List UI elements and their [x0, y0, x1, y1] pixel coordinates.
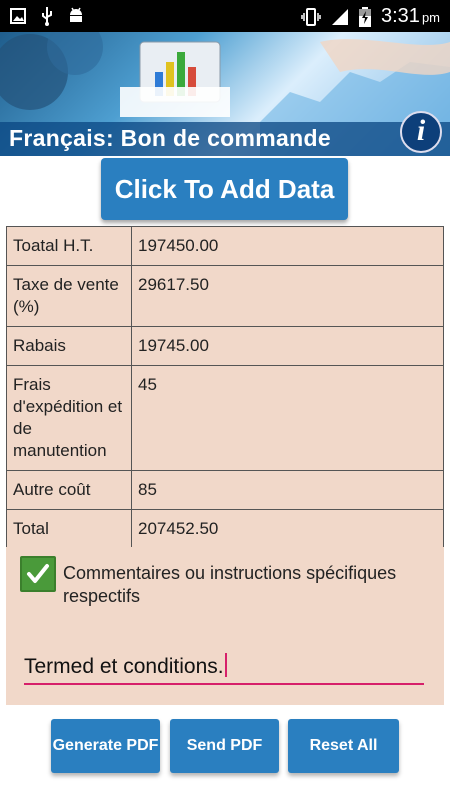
row-label: Rabais [6, 326, 132, 366]
add-data-button[interactable]: Click To Add Data [101, 158, 348, 220]
row-label: Taxe de vente (%) [6, 265, 132, 327]
text-cursor [224, 653, 227, 677]
status-ampm: pm [421, 10, 440, 25]
info-button[interactable]: i [400, 111, 442, 153]
row-label: Total [6, 509, 132, 549]
row-value: 207452.50 [131, 509, 444, 549]
signal-icon [332, 8, 348, 25]
send-pdf-button[interactable]: Send PDF [170, 719, 279, 773]
table-row: Frais d'expédition et de manutention 45 [6, 365, 444, 471]
row-label: Toatal H.T. [6, 226, 132, 266]
row-value: 19745.00 [131, 326, 444, 366]
row-value: 45 [131, 365, 444, 471]
info-icon: i [416, 114, 426, 147]
header-banner: Français: Bon de commande i [0, 32, 450, 156]
usb-icon [42, 7, 52, 26]
status-time: 3:31 [381, 5, 420, 27]
terms-input[interactable]: Termed et conditions. [24, 653, 424, 685]
row-label: Autre coût [6, 470, 132, 510]
comments-checkbox[interactable] [20, 556, 56, 592]
checkmark-icon [27, 564, 49, 583]
table-row: Autre coût 85 [6, 470, 444, 510]
table-row: Total 207452.50 [6, 509, 444, 549]
generate-pdf-button[interactable]: Generate PDF [51, 719, 160, 773]
comments-panel: Commentaires ou instructions spécifiques… [6, 547, 444, 705]
row-label: Frais d'expédition et de manutention [6, 365, 132, 471]
status-bar: 3:31 pm [0, 0, 450, 32]
row-value: 29617.50 [131, 265, 444, 327]
android-debug-icon [70, 7, 82, 22]
page-title: Français: Bon de commande [9, 125, 331, 151]
vibrate-icon [301, 7, 321, 26]
banner-title-bar: Français: Bon de commande [0, 122, 450, 156]
row-value: 197450.00 [131, 226, 444, 266]
table-row: Taxe de vente (%) 29617.50 [6, 265, 444, 327]
comments-checkbox-label: Commentaires ou instructions spécifiques… [63, 563, 397, 606]
row-value: 85 [131, 470, 444, 510]
terms-input-value: Termed et conditions. [24, 655, 224, 678]
battery-charging-icon [359, 6, 371, 27]
image-icon [10, 8, 26, 24]
reset-all-button[interactable]: Reset All [288, 719, 399, 773]
totals-table: Toatal H.T. 197450.00 Taxe de vente (%) … [6, 226, 444, 549]
table-row: Toatal H.T. 197450.00 [6, 226, 444, 266]
table-row: Rabais 19745.00 [6, 326, 444, 366]
